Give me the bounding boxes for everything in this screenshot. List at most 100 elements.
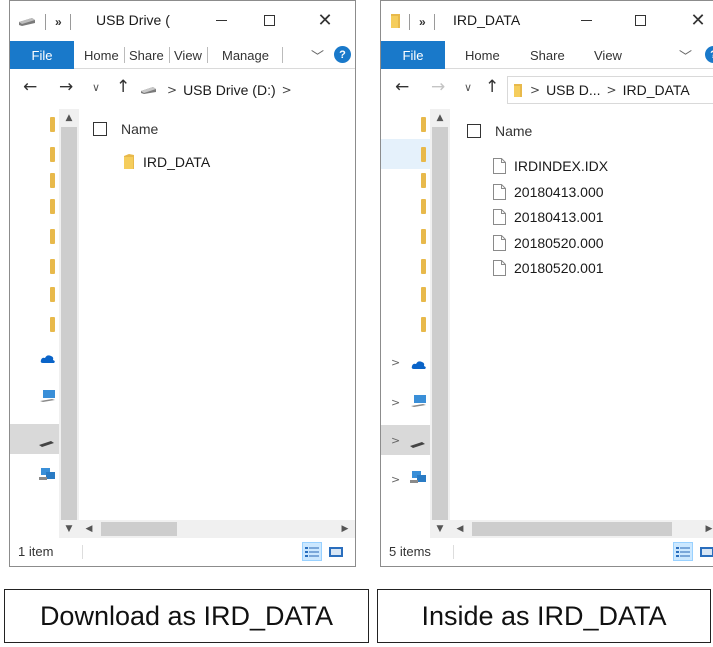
explorer-window-usb-drive: » USB Drive ( ✕ File Home Share View Man… xyxy=(9,0,356,567)
column-header-name[interactable]: Name xyxy=(467,121,532,141)
tab-home[interactable]: Home xyxy=(465,41,500,69)
recent-locations-button[interactable]: ∨ xyxy=(92,81,100,94)
tab-share[interactable]: Share xyxy=(129,41,164,69)
tab-view[interactable]: View xyxy=(174,41,202,69)
close-icon: ✕ xyxy=(317,9,333,31)
network-icon[interactable] xyxy=(39,467,56,484)
horizontal-scrollbar[interactable]: ◀ ▶ xyxy=(450,520,713,538)
sidebar-item-usb-drive[interactable]: > xyxy=(381,425,430,455)
sidebar-item-usb-drive[interactable] xyxy=(10,424,59,454)
scroll-right-icon[interactable]: ▶ xyxy=(335,520,355,538)
scrollbar-thumb[interactable] xyxy=(101,522,177,536)
large-icons-view-icon[interactable] xyxy=(326,542,346,561)
horizontal-scrollbar[interactable]: ◀ ▶ xyxy=(79,520,355,538)
up-button[interactable]: ↑ xyxy=(485,77,499,97)
help-icon[interactable]: ? xyxy=(334,46,351,63)
scrollbar-thumb[interactable] xyxy=(472,522,672,536)
scroll-right-icon[interactable]: ▶ xyxy=(699,520,713,538)
breadcrumb-usb-drive[interactable]: USB D... xyxy=(546,82,600,98)
list-item[interactable]: 20180520.001 xyxy=(493,257,604,279)
tab-view[interactable]: View xyxy=(594,41,622,69)
up-button[interactable]: ↑ xyxy=(116,77,130,97)
details-view-icon[interactable] xyxy=(673,542,693,561)
tab-file[interactable]: File xyxy=(10,41,74,69)
folder-icon[interactable] xyxy=(50,229,55,244)
list-item[interactable]: IRD_DATA xyxy=(123,151,210,173)
maximize-button[interactable] xyxy=(248,5,290,35)
network-icon[interactable] xyxy=(410,470,427,487)
customize-toolbar-button[interactable]: » xyxy=(55,15,62,29)
details-view-icon[interactable] xyxy=(302,542,322,561)
pc-icon[interactable] xyxy=(411,394,427,411)
large-icons-view-icon[interactable] xyxy=(697,542,713,561)
tab-home[interactable]: Home xyxy=(84,41,119,69)
close-button[interactable]: ✕ xyxy=(304,5,346,35)
folder-icon[interactable] xyxy=(421,199,426,214)
folder-icon[interactable] xyxy=(421,229,426,244)
navigation-pane: ▲ ▼ xyxy=(10,109,79,538)
select-all-checkbox[interactable] xyxy=(93,122,107,136)
folder-icon[interactable] xyxy=(421,317,426,332)
expand-ribbon-icon[interactable]: ﹀ xyxy=(311,46,324,65)
expand-chevron-icon[interactable]: > xyxy=(391,473,400,486)
folder-icon[interactable] xyxy=(50,259,55,274)
close-button[interactable]: ✕ xyxy=(677,5,713,35)
help-icon[interactable]: ? xyxy=(705,46,713,63)
list-item[interactable]: 20180520.000 xyxy=(493,232,604,254)
expand-chevron-icon[interactable]: > xyxy=(391,434,400,447)
file-icon xyxy=(493,260,506,276)
minimize-icon xyxy=(215,19,227,21)
scroll-up-icon[interactable]: ▲ xyxy=(430,109,450,127)
pc-icon[interactable] xyxy=(40,389,56,406)
expand-chevron-icon[interactable]: > xyxy=(391,396,400,409)
file-list: Name IRDINDEX.IDX 20180413.000 20180413.00… xyxy=(450,109,713,538)
column-header-name[interactable]: Name xyxy=(93,119,158,139)
folder-icon[interactable] xyxy=(50,147,55,162)
navigation-pane-scrollbar[interactable]: ▲ ▼ xyxy=(430,109,450,538)
minimize-button[interactable] xyxy=(565,5,607,35)
folder-icon[interactable] xyxy=(50,317,55,332)
tab-file[interactable]: File xyxy=(381,41,445,69)
scroll-left-icon[interactable]: ◀ xyxy=(79,520,99,538)
folder-icon[interactable] xyxy=(421,117,426,132)
onedrive-icon[interactable] xyxy=(40,352,56,367)
forward-button[interactable]: → xyxy=(431,77,445,97)
scroll-down-icon[interactable]: ▼ xyxy=(59,520,79,538)
scrollbar-thumb[interactable] xyxy=(432,127,448,520)
folder-icon[interactable] xyxy=(50,173,55,188)
address-bar[interactable]: > USB Drive (D:) > xyxy=(134,76,355,104)
minimize-button[interactable] xyxy=(200,5,242,35)
onedrive-icon[interactable] xyxy=(411,358,427,373)
folder-icon[interactable] xyxy=(421,287,426,302)
maximize-button[interactable] xyxy=(619,5,661,35)
scroll-up-icon[interactable]: ▲ xyxy=(59,109,79,127)
folder-icon[interactable] xyxy=(50,199,55,214)
file-icon xyxy=(493,183,506,200)
scrollbar-thumb[interactable] xyxy=(61,127,77,520)
expand-ribbon-icon[interactable]: ﹀ xyxy=(679,46,692,65)
recent-locations-button[interactable]: ∨ xyxy=(464,81,472,94)
back-button[interactable]: ← xyxy=(395,77,409,97)
breadcrumb-ird-data[interactable]: IRD_DATA xyxy=(623,82,690,98)
expand-chevron-icon[interactable]: > xyxy=(391,356,400,369)
select-all-checkbox[interactable] xyxy=(467,124,481,138)
tab-share[interactable]: Share xyxy=(530,41,565,69)
window-title: IRD_DATA xyxy=(453,12,521,28)
folder-icon[interactable] xyxy=(421,173,426,188)
folder-icon[interactable] xyxy=(50,117,55,132)
forward-button[interactable]: → xyxy=(59,77,73,97)
folder-icon[interactable] xyxy=(421,147,426,162)
navigation-pane-scrollbar[interactable]: ▲ ▼ xyxy=(59,109,79,538)
customize-toolbar-button[interactable]: » xyxy=(419,15,426,29)
list-item[interactable]: 20180413.000 xyxy=(493,181,604,203)
tab-manage[interactable]: Manage xyxy=(222,41,269,69)
scroll-down-icon[interactable]: ▼ xyxy=(430,520,450,538)
list-item[interactable]: 20180413.001 xyxy=(493,206,604,228)
folder-icon[interactable] xyxy=(421,259,426,274)
address-bar[interactable]: > USB D... > IRD_DATA xyxy=(507,76,713,104)
scroll-left-icon[interactable]: ◀ xyxy=(450,520,470,538)
back-button[interactable]: ← xyxy=(23,77,37,97)
breadcrumb-usb-drive[interactable]: USB Drive (D:) xyxy=(183,82,276,98)
list-item[interactable]: IRDINDEX.IDX xyxy=(493,155,608,177)
folder-icon[interactable] xyxy=(50,287,55,302)
